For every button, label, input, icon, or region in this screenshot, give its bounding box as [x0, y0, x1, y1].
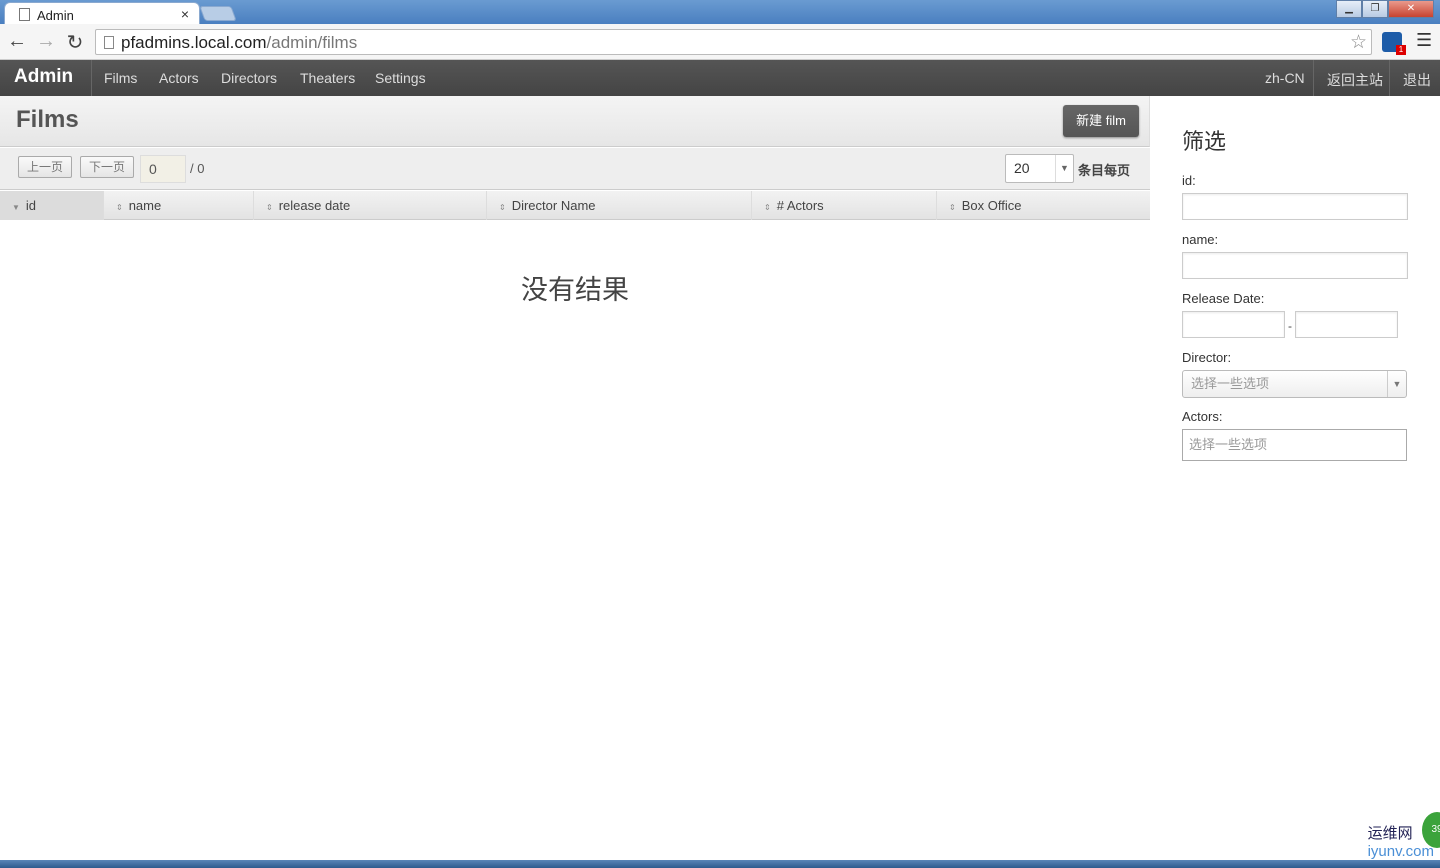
- tab-close-icon[interactable]: ×: [181, 6, 189, 22]
- page-icon: [104, 36, 114, 49]
- chevron-down-icon: ▼: [1055, 155, 1073, 182]
- id-label: id:: [1182, 173, 1196, 188]
- per-page-select[interactable]: 20 ▼: [1005, 154, 1074, 183]
- page-icon: [19, 8, 30, 21]
- column-header-box-office[interactable]: ⇕ Box Office: [937, 191, 1150, 220]
- navbar-divider: [1313, 60, 1314, 96]
- name-label: name:: [1182, 232, 1219, 247]
- nav-item-settings[interactable]: Settings: [375, 70, 426, 86]
- release-date-label: Release Date:: [1182, 291, 1265, 306]
- url-text: pfadmins.local.com/admin/films: [121, 33, 358, 52]
- director-placeholder: 选择一些选项: [1191, 376, 1270, 391]
- back-arrow-icon[interactable]: ←: [5, 30, 29, 53]
- id-filter-input[interactable]: [1182, 193, 1408, 220]
- column-header-name[interactable]: ⇕ name: [104, 191, 254, 220]
- new-tab-button[interactable]: [199, 6, 237, 21]
- new-film-button[interactable]: 新建 film: [1063, 105, 1139, 137]
- bookmark-star-icon[interactable]: ☆: [1350, 31, 1367, 54]
- logout-link[interactable]: 退出: [1403, 70, 1431, 90]
- per-page-label: 条目每页: [1078, 163, 1131, 178]
- page-title: Films: [16, 106, 79, 133]
- prev-page-button[interactable]: 上一页: [18, 156, 73, 178]
- back-to-site-link[interactable]: 返回主站: [1327, 70, 1383, 90]
- filter-sidebar: 筛选 id: name: Release Date: - Director: 选…: [1150, 96, 1440, 836]
- browser-toolbar: ← → ↻ pfadmins.local.com/admin/films ☆ ☰: [0, 24, 1440, 60]
- sort-icon: ⇕: [116, 203, 123, 212]
- column-header-director-name[interactable]: ⇕ Director Name: [487, 191, 752, 220]
- list-header: Films 新建 film: [0, 96, 1150, 147]
- next-page-button[interactable]: 下一页: [80, 156, 135, 178]
- address-bar[interactable]: pfadmins.local.com/admin/films ☆: [95, 29, 1372, 55]
- navbar-divider: [1389, 60, 1390, 96]
- column-header-id[interactable]: ▼ id: [0, 191, 104, 220]
- sort-icon: ⇕: [499, 203, 506, 212]
- reload-icon[interactable]: ↻: [63, 30, 87, 55]
- app-navbar: Admin Films Actors Directors Theaters Se…: [0, 60, 1440, 96]
- column-header-actors[interactable]: ⇕ # Actors: [752, 191, 937, 220]
- tab-title: Admin: [37, 8, 74, 23]
- close-window-button[interactable]: ✕: [1388, 0, 1434, 18]
- navbar-divider: [91, 60, 92, 96]
- nav-item-films[interactable]: Films: [104, 70, 137, 86]
- watermark-line2: iyunv.com: [1367, 843, 1434, 860]
- release-date-to-input[interactable]: [1295, 311, 1398, 338]
- sort-icon: ⇕: [266, 203, 273, 212]
- menu-icon[interactable]: ☰: [1416, 30, 1432, 51]
- column-header-release-date[interactable]: ⇕ release date: [254, 191, 487, 220]
- nav-item-theaters[interactable]: Theaters: [300, 70, 355, 86]
- browser-titlebar: Admin × ▁ ❐ ✕: [0, 0, 1440, 26]
- nav-item-actors[interactable]: Actors: [159, 70, 199, 86]
- actors-label: Actors:: [1182, 409, 1223, 424]
- brand-logo[interactable]: Admin: [14, 66, 73, 88]
- no-results-message: 没有结果: [521, 275, 629, 306]
- filter-title: 筛选: [1182, 129, 1227, 154]
- date-range-separator: -: [1288, 319, 1292, 333]
- window-controls: ▁ ❐ ✕: [1336, 0, 1434, 18]
- director-select[interactable]: 选择一些选项 ▼: [1182, 370, 1407, 398]
- browser-tab[interactable]: Admin ×: [4, 2, 200, 26]
- nav-item-directors[interactable]: Directors: [221, 70, 277, 86]
- per-page-value: 20: [1014, 160, 1030, 176]
- page-total: / 0: [190, 161, 205, 176]
- locale-switcher[interactable]: zh-CN: [1265, 70, 1305, 86]
- minimize-button[interactable]: ▁: [1336, 0, 1362, 18]
- actors-multiselect[interactable]: 选择一些选项: [1182, 429, 1407, 461]
- chevron-down-icon: ▼: [1387, 371, 1406, 397]
- forward-arrow-icon[interactable]: →: [34, 30, 58, 53]
- sort-desc-icon: ▼: [12, 203, 20, 212]
- sort-icon: ⇕: [764, 203, 771, 212]
- name-filter-input[interactable]: [1182, 252, 1408, 279]
- extension-icon[interactable]: [1382, 32, 1406, 55]
- director-label: Director:: [1182, 350, 1232, 365]
- page-number-input[interactable]: 0: [140, 155, 186, 183]
- sort-icon: ⇕: [949, 203, 956, 212]
- table-header: ▼ id ⇕ name ⇕ release date ⇕ Director Name ⇕…: [0, 191, 1150, 220]
- release-date-from-input[interactable]: [1182, 311, 1285, 338]
- pager-bar: 上一页 下一页 0 / 0 20 ▼ 条目每页: [0, 148, 1150, 190]
- maximize-button[interactable]: ❐: [1362, 0, 1388, 18]
- os-taskbar: [0, 860, 1440, 868]
